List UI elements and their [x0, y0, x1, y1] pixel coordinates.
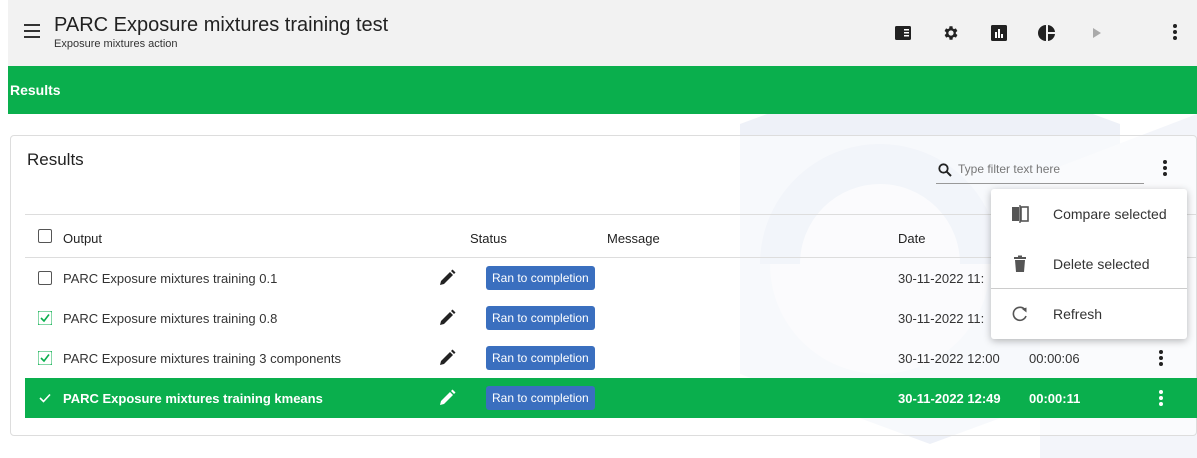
- row-duration: 00:00:11: [1029, 391, 1081, 406]
- row-date: 30-11-2022 12:00: [898, 351, 1000, 366]
- menu-item-delete-selected[interactable]: Delete selected: [991, 241, 1187, 287]
- edit-pencil-icon[interactable]: [437, 348, 457, 368]
- card-more-options-icon[interactable]: [1157, 158, 1173, 178]
- status-badge: Ran to completion: [486, 386, 595, 410]
- row-more-options-icon[interactable]: [1153, 388, 1169, 408]
- row-date: 30-11-2022 11:: [898, 271, 985, 286]
- filter-input[interactable]: [958, 162, 1138, 176]
- header-date[interactable]: Date: [898, 231, 925, 246]
- menu-item-compare-selected[interactable]: Compare selected: [991, 191, 1187, 237]
- context-menu: Compare selected Delete selected Refresh: [991, 189, 1187, 339]
- compare-icon: [1012, 205, 1029, 223]
- edit-pencil-icon[interactable]: [437, 308, 457, 328]
- results-banner: Results: [8, 66, 1197, 114]
- panel-icon[interactable]: [892, 22, 914, 44]
- table-row[interactable]: PARC Exposure mixtures training 3 compon…: [25, 338, 1197, 378]
- status-badge: Ran to completion: [486, 266, 595, 290]
- menu-item-refresh[interactable]: Refresh: [991, 291, 1187, 337]
- bar-chart-icon[interactable]: [988, 22, 1010, 44]
- hamburger-menu-icon[interactable]: [24, 24, 42, 40]
- row-checked-icon[interactable]: [38, 351, 52, 365]
- edit-pencil-icon[interactable]: [437, 388, 457, 408]
- menu-item-label: Compare selected: [1053, 206, 1167, 222]
- filter-field[interactable]: [936, 160, 1144, 184]
- row-output: PARC Exposure mixtures training kmeans: [63, 391, 323, 406]
- status-badge: Ran to completion: [486, 306, 595, 330]
- row-output: PARC Exposure mixtures training 0.1: [63, 271, 278, 286]
- menu-divider: [991, 288, 1187, 289]
- header-status[interactable]: Status: [470, 231, 507, 246]
- header-message[interactable]: Message: [607, 231, 660, 246]
- pie-chart-icon[interactable]: [1036, 22, 1058, 44]
- menu-item-label: Refresh: [1053, 306, 1103, 322]
- header-output[interactable]: Output: [63, 231, 102, 246]
- row-date: 30-11-2022 12:49: [898, 391, 1001, 406]
- select-all-checkbox[interactable]: [38, 229, 52, 243]
- row-output: PARC Exposure mixtures training 0.8: [63, 311, 278, 326]
- app-title: PARC Exposure mixtures training test: [54, 14, 389, 36]
- row-date: 30-11-2022 11:: [898, 311, 985, 326]
- row-checked-icon[interactable]: [38, 311, 52, 325]
- search-icon: [938, 163, 952, 182]
- row-output: PARC Exposure mixtures training 3 compon…: [63, 351, 341, 366]
- row-duration: 00:00:06: [1029, 351, 1080, 366]
- app-subtitle: Exposure mixtures action: [54, 38, 178, 50]
- edit-pencil-icon[interactable]: [437, 268, 457, 288]
- play-icon[interactable]: [1086, 22, 1108, 44]
- status-badge: Ran to completion: [486, 346, 595, 370]
- menu-item-label: Delete selected: [1053, 256, 1150, 272]
- row-checked-icon[interactable]: [38, 391, 52, 405]
- trash-icon: [1014, 255, 1026, 272]
- row-more-options-icon[interactable]: [1153, 348, 1169, 368]
- gear-icon[interactable]: [940, 22, 962, 44]
- card-title: Results: [27, 150, 84, 169]
- table-row-selected[interactable]: PARC Exposure mixtures training kmeans R…: [25, 378, 1197, 418]
- more-options-icon[interactable]: [1167, 22, 1183, 42]
- refresh-icon: [1012, 306, 1027, 322]
- row-checkbox[interactable]: [38, 271, 52, 285]
- app-toolbar: PARC Exposure mixtures training test Exp…: [8, 0, 1197, 66]
